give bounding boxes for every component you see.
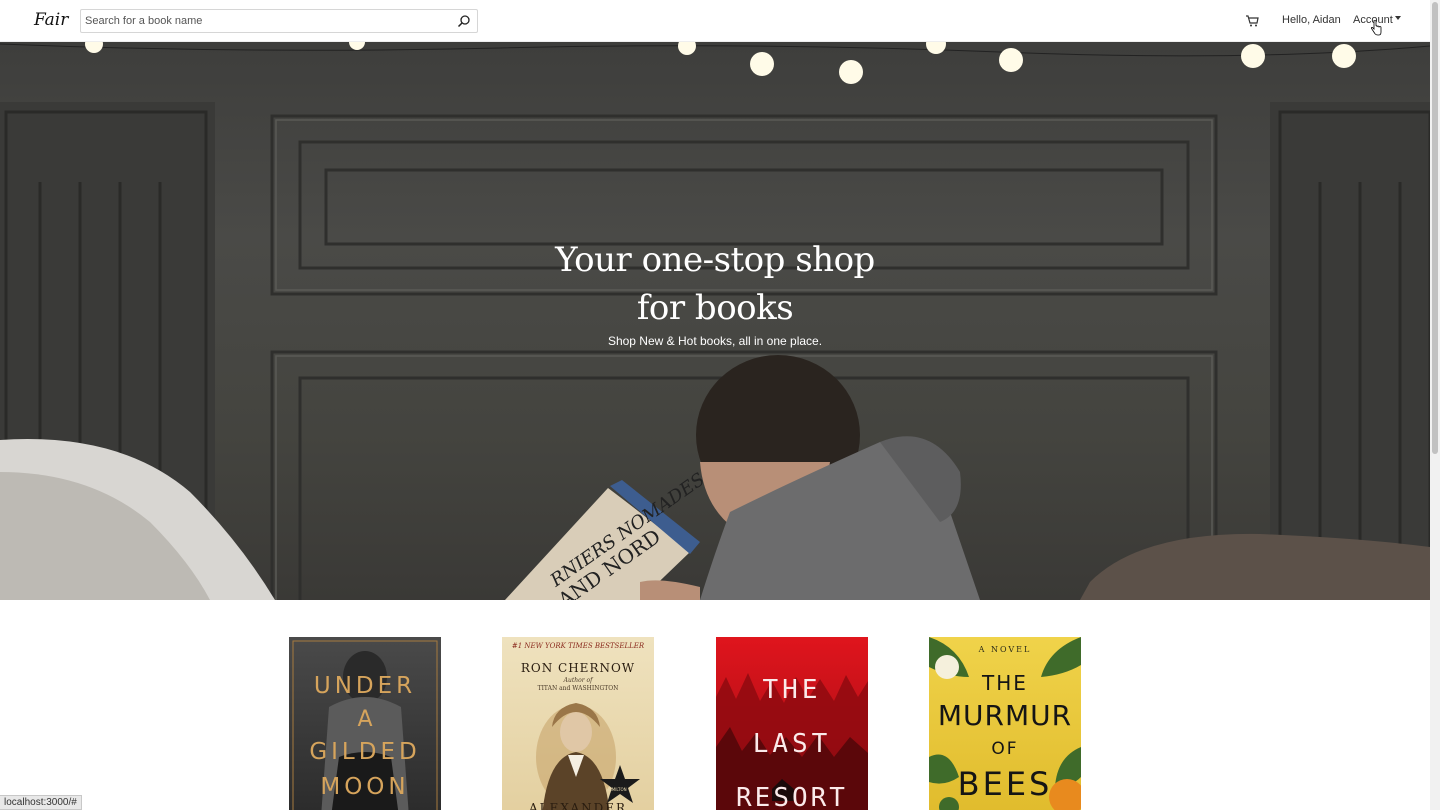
book-card-alexander-hamilton[interactable]: #1 NEW YORK TIMES BESTSELLER RON CHERNOW…	[502, 637, 654, 810]
book-title-line: MURMUR	[937, 699, 1073, 732]
book-title-line: RESORT	[736, 783, 848, 810]
book-author: RON CHERNOW	[520, 661, 636, 675]
search-box	[80, 9, 478, 33]
cart-icon[interactable]	[1245, 14, 1259, 28]
book-title-line: LAST	[752, 729, 832, 759]
page: Fair Hello, Aidan Account	[0, 0, 1440, 810]
status-bar-url: localhost:3000/#	[0, 795, 82, 810]
book-bottom-text: ALEXANDER	[528, 801, 628, 810]
hero-title: Your one-stop shop for books	[0, 236, 1430, 332]
search-input[interactable]	[81, 10, 453, 32]
hand-cursor-icon	[1370, 20, 1382, 36]
book-banner: #1 NEW YORK TIMES BESTSELLER	[511, 642, 645, 650]
book-author-note: Author of	[563, 677, 593, 684]
book-title-line: OF	[991, 739, 1019, 759]
book-title-line: UNDER	[313, 673, 417, 699]
hero-title-line-2: for books	[636, 288, 794, 328]
hero-banner: RNIERS NOMADES AND NORD Your one-stop sh…	[0, 42, 1430, 600]
navbar: Fair Hello, Aidan Account	[0, 0, 1430, 42]
book-title-line: MOON	[320, 774, 410, 800]
hero-subtitle: Shop New & Hot books, all in one place.	[607, 334, 823, 348]
scrollbar-thumb[interactable]	[1432, 2, 1438, 454]
book-author-note: TITAN and WASHINGTON	[537, 685, 619, 692]
caret-down-icon	[1394, 16, 1401, 21]
hero-title-line-1: Your one-stop shop	[555, 240, 875, 280]
book-badge: HAMILTON	[606, 787, 627, 792]
book-card-the-last-resort[interactable]: THE LAST RESORT	[716, 637, 868, 810]
book-card-under-a-gilded-moon[interactable]: UNDER A GILDED MOON	[289, 637, 441, 810]
book-title-line: THE	[982, 671, 1028, 695]
book-title-line: BEES	[957, 765, 1053, 803]
user-greeting: Hello, Aidan	[1282, 14, 1341, 26]
book-card-the-murmur-of-bees[interactable]: A NOVEL THE MURMUR OF BEES	[929, 637, 1081, 810]
book-title-line: A	[357, 707, 373, 732]
brand-logo[interactable]: Fair	[34, 10, 68, 30]
book-title-line: GILDED	[309, 739, 421, 765]
book-title-line: THE	[762, 675, 822, 705]
book-subtitle: A NOVEL	[978, 645, 1032, 654]
search-icon[interactable]	[457, 14, 471, 28]
